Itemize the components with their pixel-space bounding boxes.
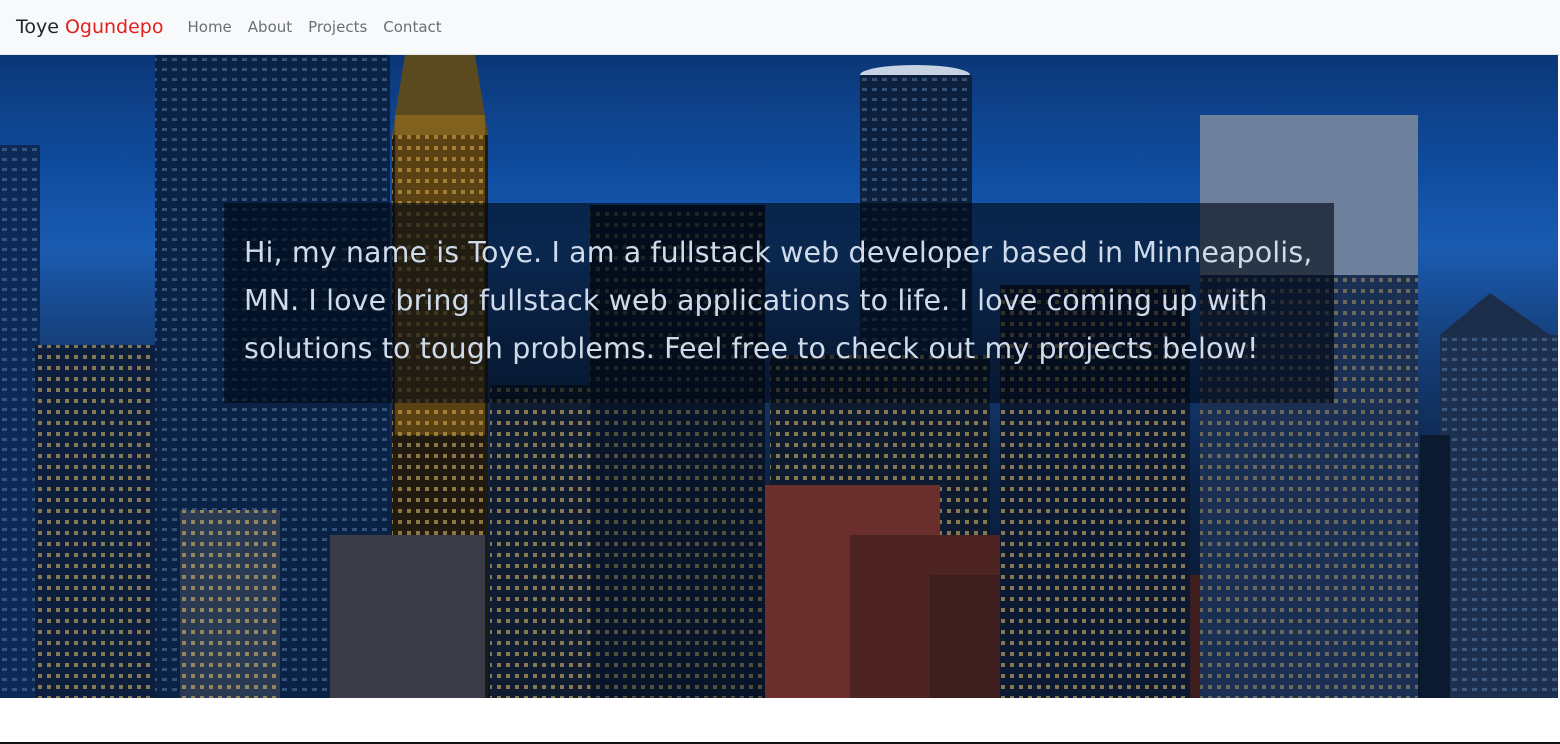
nav-link-projects[interactable]: Projects <box>308 18 367 36</box>
intro-box: Hi, my name is Toye. I am a fullstack we… <box>224 203 1334 403</box>
nav-links: Home About Projects Contact <box>187 18 441 36</box>
navbar: Toye Ogundepo Home About Projects Contac… <box>0 0 1560 55</box>
nav-link-about[interactable]: About <box>248 18 292 36</box>
intro-text: Hi, my name is Toye. I am a fullstack we… <box>244 236 1313 365</box>
nav-link-contact[interactable]: Contact <box>383 18 441 36</box>
nav-link-home[interactable]: Home <box>187 18 231 36</box>
brand-first-name: Toye <box>16 16 59 38</box>
brand-logo[interactable]: Toye Ogundepo <box>16 16 163 38</box>
hero-section: Hi, my name is Toye. I am a fullstack we… <box>0 55 1558 698</box>
brand-last-name: Ogundepo <box>64 16 164 38</box>
